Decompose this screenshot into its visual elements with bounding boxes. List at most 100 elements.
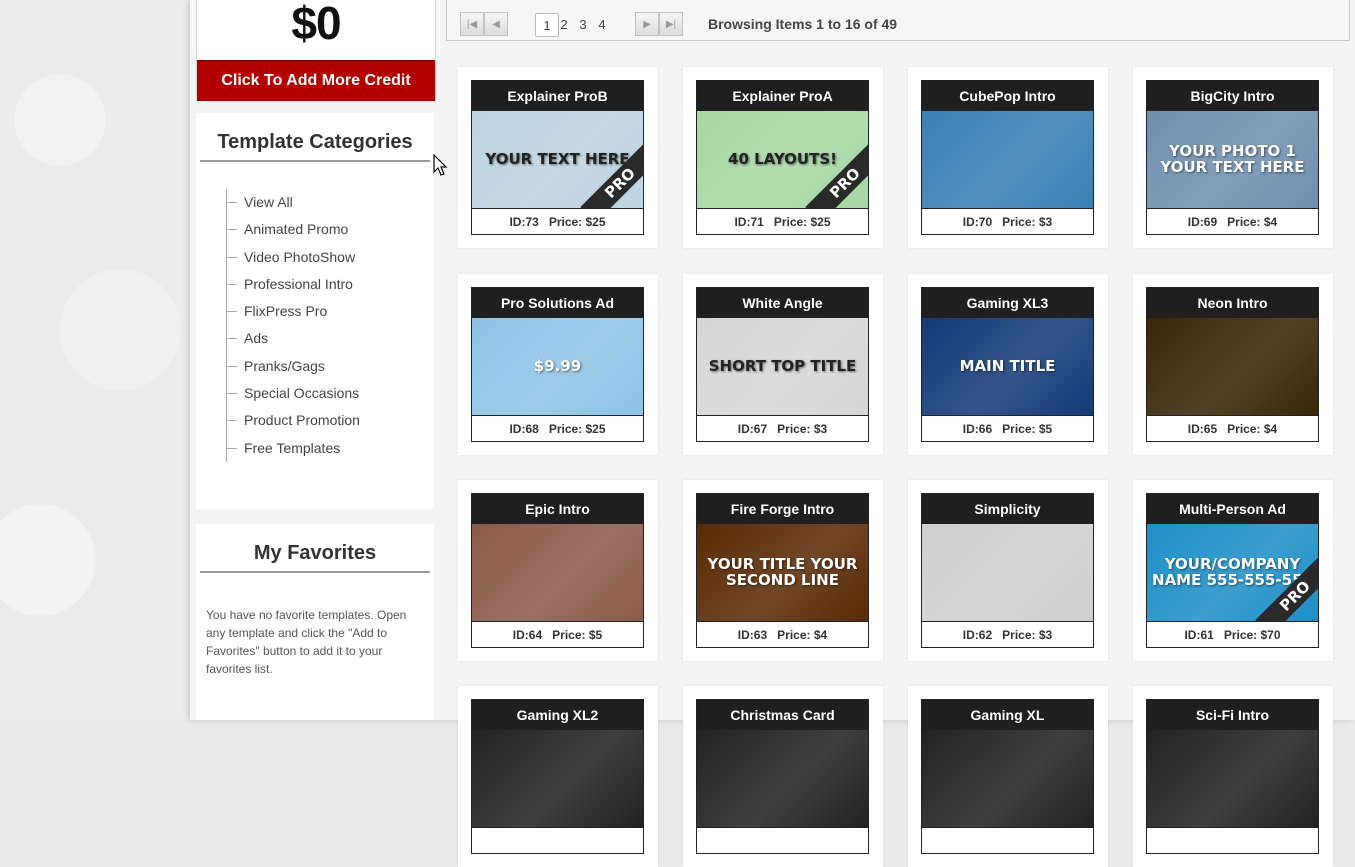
template-thumbnail[interactable] <box>697 730 868 827</box>
template-price: Price: $4 <box>1227 215 1278 229</box>
template-title[interactable]: Sci-Fi Intro <box>1147 700 1318 730</box>
template-thumbnail[interactable]: MAIN TITLE <box>922 318 1093 415</box>
template-price: Price: $25 <box>773 215 831 229</box>
template-id: ID:62 <box>962 628 993 642</box>
template-thumbnail[interactable] <box>472 524 643 621</box>
template-thumbnail[interactable]: YOUR/COMPANY NAME 555-555-555 PRO <box>1147 524 1318 621</box>
category-item[interactable]: Pranks/Gags <box>227 353 360 380</box>
template-card[interactable]: Epic Intro ID:64 Price: $5 <box>458 480 658 661</box>
template-title[interactable]: Gaming XL2 <box>472 700 643 730</box>
last-page-icon[interactable]: ▶| <box>659 12 683 36</box>
template-card-frame: Gaming XL <box>921 699 1094 854</box>
template-meta: ID:63 Price: $4 <box>697 621 868 648</box>
template-thumbnail[interactable] <box>1147 318 1318 415</box>
template-thumbnail[interactable]: YOUR TEXT HERE PRO <box>472 111 643 208</box>
browse-prefix: Browsing Items <box>708 16 817 32</box>
template-card[interactable]: Neon Intro ID:65 Price: $4 <box>1133 274 1333 455</box>
page-background <box>0 0 190 720</box>
template-thumbnail[interactable] <box>922 524 1093 621</box>
template-title[interactable]: Simplicity <box>922 494 1093 524</box>
page-link-3[interactable]: 3 <box>576 13 590 35</box>
template-id: ID:67 <box>737 422 768 436</box>
next-page-icon[interactable]: ▶ <box>635 12 659 36</box>
template-title[interactable]: Explainer ProB <box>472 81 643 111</box>
template-card[interactable]: Explainer ProA 40 LAYOUTS! PRO ID:71 Price: … <box>683 67 883 248</box>
prev-page-icon[interactable]: ◀ <box>484 12 508 36</box>
template-card[interactable]: Pro Solutions Ad $9.99 ID:68 Price: $25 <box>458 274 658 455</box>
category-item[interactable]: View All <box>227 189 360 216</box>
template-price: Price: $5 <box>552 628 603 642</box>
template-title[interactable]: Gaming XL3 <box>922 288 1093 318</box>
template-card[interactable]: Fire Forge Intro YOUR TITLE YOUR SECOND L… <box>683 480 883 661</box>
template-meta <box>1147 827 1318 854</box>
template-meta <box>922 827 1093 854</box>
template-thumbnail[interactable]: SHORT TOP TITLE <box>697 318 868 415</box>
template-title[interactable]: Multi-Person Ad <box>1147 494 1318 524</box>
template-meta: ID:61 Price: $70 <box>1147 621 1318 648</box>
first-page-icon[interactable]: |◀ <box>460 12 484 36</box>
category-item[interactable]: Animated Promo <box>227 216 360 243</box>
category-item[interactable]: Product Promotion <box>227 407 360 434</box>
category-item[interactable]: Video PhotoShow <box>227 244 360 271</box>
template-categories-title: Template Categories <box>200 113 430 162</box>
template-card[interactable]: Multi-Person Ad YOUR/COMPANY NAME 555-555… <box>1133 480 1333 661</box>
page-link-4[interactable]: 4 <box>595 13 609 35</box>
template-title[interactable]: Explainer ProA <box>697 81 868 111</box>
template-card[interactable]: Explainer ProB YOUR TEXT HERE PRO ID:73 Pric… <box>458 67 658 248</box>
template-title[interactable]: Christmas Card <box>697 700 868 730</box>
template-thumbnail[interactable] <box>922 730 1093 827</box>
template-title[interactable]: CubePop Intro <box>922 81 1093 111</box>
template-title[interactable]: White Angle <box>697 288 868 318</box>
template-thumbnail[interactable]: 40 LAYOUTS! PRO <box>697 111 868 208</box>
template-price: Price: $4 <box>777 628 828 642</box>
template-card-frame: Fire Forge Intro YOUR TITLE YOUR SECOND L… <box>696 493 869 648</box>
template-id: ID:73 <box>509 215 539 229</box>
template-title[interactable]: Epic Intro <box>472 494 643 524</box>
template-title[interactable]: Neon Intro <box>1147 288 1318 318</box>
template-price: Price: $5 <box>1002 422 1053 436</box>
template-card[interactable]: CubePop Intro ID:70 Price: $3 <box>908 67 1108 248</box>
template-card[interactable]: BigCity Intro YOUR PHOTO 1 YOUR TEXT HERE… <box>1133 67 1333 248</box>
page-link-2[interactable]: 2 <box>557 13 571 35</box>
template-card[interactable]: Christmas Card <box>683 686 883 867</box>
category-item[interactable]: Special Occasions <box>227 380 360 407</box>
template-title[interactable]: Fire Forge Intro <box>697 494 868 524</box>
category-item[interactable]: FlixPress Pro <box>227 298 360 325</box>
template-title[interactable]: BigCity Intro <box>1147 81 1318 111</box>
favorites-panel: My Favorites You have no favorite templa… <box>196 524 434 720</box>
add-credit-button[interactable]: Click To Add More Credit <box>197 60 435 101</box>
template-card[interactable]: Gaming XL3 MAIN TITLE ID:66 Price: $5 <box>908 274 1108 455</box>
category-item[interactable]: Ads <box>227 325 360 352</box>
template-thumbnail[interactable]: YOUR TITLE YOUR SECOND LINE <box>697 524 868 621</box>
template-card[interactable]: Gaming XL2 <box>458 686 658 867</box>
template-id: ID:64 <box>512 628 543 642</box>
template-meta <box>697 827 868 854</box>
category-item[interactable]: Free Templates <box>227 435 360 462</box>
thumbnail-text <box>922 111 1093 208</box>
template-card-frame: CubePop Intro ID:70 Price: $3 <box>921 80 1094 235</box>
credit-amount: $0 <box>291 0 341 49</box>
template-thumbnail[interactable]: $9.99 <box>472 318 643 415</box>
template-card-frame: Sci-Fi Intro <box>1146 699 1319 854</box>
template-id: ID:70 <box>962 215 993 229</box>
thumbnail-text: SHORT TOP TITLE <box>708 356 857 375</box>
template-price: Price: $3 <box>1002 215 1053 229</box>
template-card[interactable]: Gaming XL <box>908 686 1108 867</box>
page-link-1[interactable]: 1 <box>535 13 559 37</box>
template-card[interactable]: Sci-Fi Intro <box>1133 686 1333 867</box>
favorites-title: My Favorites <box>200 524 430 573</box>
template-card[interactable]: Simplicity ID:62 Price: $3 <box>908 480 1108 661</box>
thumbnail-text <box>472 524 643 621</box>
category-item[interactable]: Professional Intro <box>227 271 360 298</box>
template-thumbnail[interactable]: YOUR PHOTO 1 YOUR TEXT HERE <box>1147 111 1318 208</box>
template-title[interactable]: Pro Solutions Ad <box>472 288 643 318</box>
template-thumbnail[interactable] <box>1147 730 1318 827</box>
thumbnail-text: YOUR TITLE YOUR SECOND LINE <box>707 554 858 589</box>
template-meta: ID:62 Price: $3 <box>922 621 1093 648</box>
thumbnail-text <box>697 730 868 827</box>
template-thumbnail[interactable] <box>922 111 1093 208</box>
template-thumbnail[interactable] <box>472 730 643 827</box>
template-card[interactable]: White Angle SHORT TOP TITLE ID:67 Price: $3 <box>683 274 883 455</box>
template-title[interactable]: Gaming XL <box>922 700 1093 730</box>
template-meta <box>472 827 643 854</box>
